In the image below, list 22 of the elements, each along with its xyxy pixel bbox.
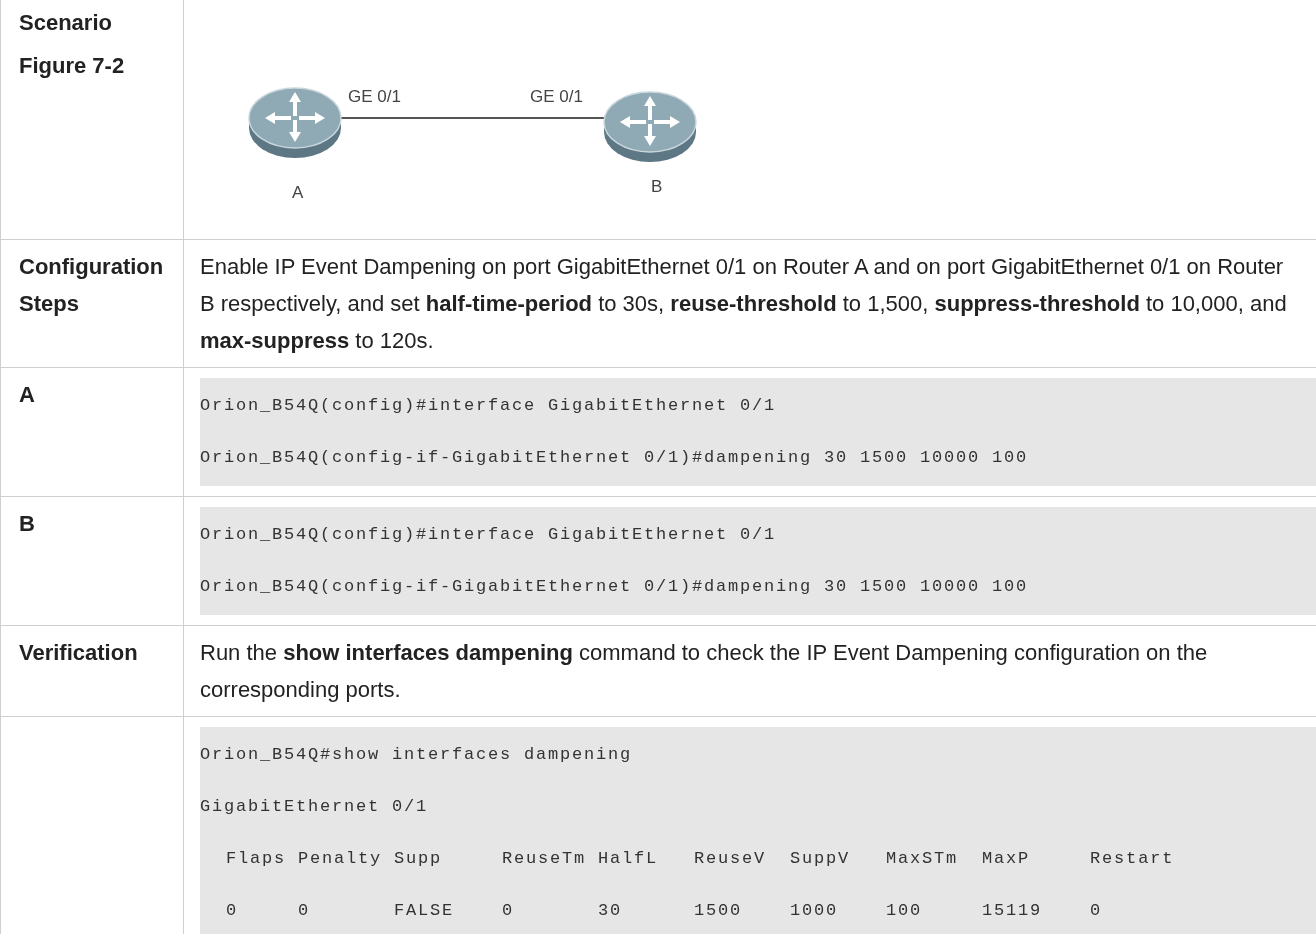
code-line: Orion_B54Q(config)#interface GigabitEthernet 0/1 [200,524,778,546]
row-label: A [19,382,35,407]
code-line: Orion_B54Q(config-if-GigabitEthernet 0/1)#dampening 30 1500 10000 100 [200,576,1030,598]
port-label: GE 0/1 [348,87,401,106]
code-line: Flaps Penalty Supp ReuseTm HalfL ReuseV SuppV MaxSTm MaxP Restart [225,848,1176,870]
row-label: Scenario [19,9,113,37]
description-text: Run the show interfaces dampening command to check the IP Event Dampening configuration on the corresponding ports. [200,639,1209,704]
port-label: GE 0/1 [530,87,583,106]
code-line: GigabitEthernet 0/1 [200,796,430,818]
router-icon [603,91,697,162]
row-label: Configuration Steps [19,254,164,316]
code-line: Orion_B54Q(config-if-GigabitEthernet 0/1)#dampening 30 1500 10000 100 [200,447,1030,469]
code-line: Orion_B54Q(config)#interface GigabitEthernet 0/1 [200,395,778,417]
description-text: Enable IP Event Dampening on port GigabitEthernet 0/1 on Router A and on port GigabitEthernet 0/1 on Router B respectively, and set half-time-period to 30s, reuse-threshold to 1,500, suppress-threshold to 10,000, and max-suppress to 120s. [200,253,1288,355]
row-label: B [19,511,35,536]
router-icon [248,87,342,158]
code-line: 0 0 FALSE 0 30 1500 1000 100 15119 0 [225,900,1104,922]
row-label: Verification [19,640,138,665]
row-label: Figure 7-2 [19,52,126,80]
code-line: Orion_B54Q#show interfaces dampening [200,744,634,766]
router-label: A [292,183,304,202]
router-label: B [651,177,663,196]
